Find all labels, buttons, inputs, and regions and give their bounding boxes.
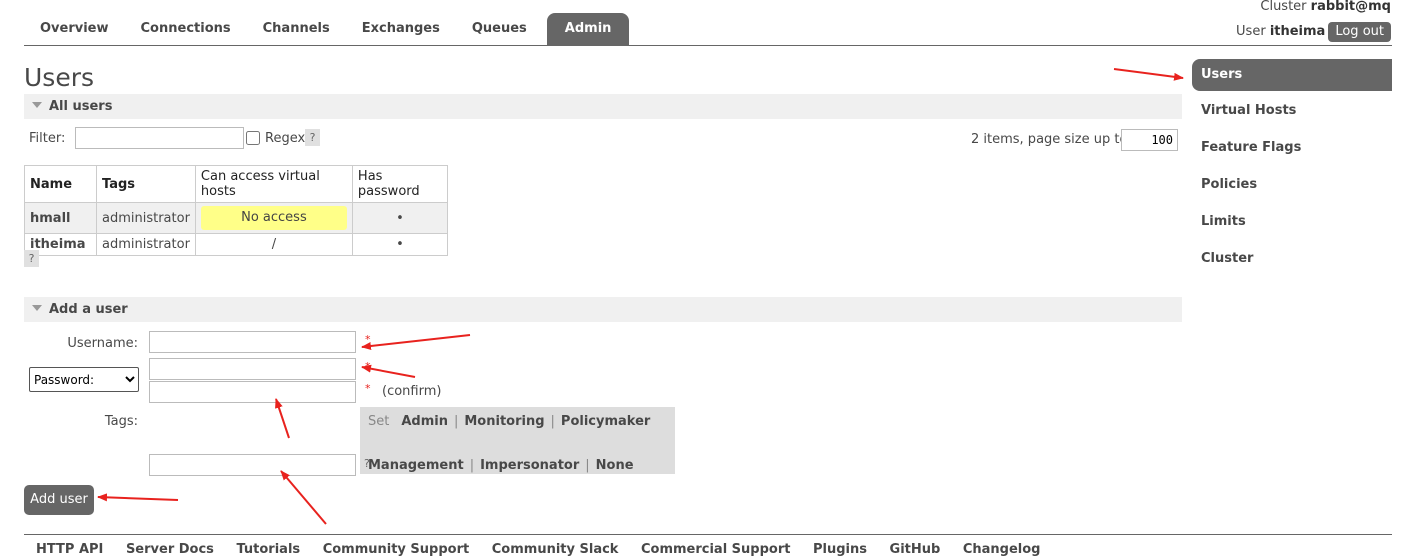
regex-label: Regex <box>265 131 306 146</box>
password-type-select[interactable]: Password: No password <box>29 367 139 392</box>
footer-link-plugins[interactable]: Plugins <box>813 542 867 557</box>
sidebar-item-feature-flags[interactable]: Feature Flags <box>1192 133 1392 170</box>
footer-links: HTTP API Server Docs Tutorials Community… <box>36 542 1058 557</box>
tab-admin[interactable]: Admin <box>546 13 630 45</box>
username-input[interactable] <box>149 331 356 353</box>
column-header-has-password: Has password <box>351 165 448 203</box>
users-table: Name Tags Can access virtual hosts Has p… <box>24 165 448 256</box>
tab-divider <box>24 45 1392 46</box>
cluster-label: Cluster <box>1260 0 1307 14</box>
add-user-section-header[interactable]: Add a user <box>24 297 1182 322</box>
sidebar-item-users[interactable]: Users <box>1192 59 1392 91</box>
tag-admin-link[interactable]: Admin <box>401 414 448 429</box>
table-header-row: Name Tags Can access virtual hosts Has p… <box>24 165 448 203</box>
table-help-icon[interactable]: ? <box>24 250 39 267</box>
tab-connections[interactable]: Connections <box>125 13 247 45</box>
sidebar-item-cluster[interactable]: Cluster <box>1192 244 1392 281</box>
user-vhosts: / <box>194 233 353 256</box>
arrow-to-add-user <box>97 493 179 502</box>
user-tags: administrator <box>96 233 196 256</box>
footer-link-changelog[interactable]: Changelog <box>963 542 1041 557</box>
no-access-badge: No access <box>200 206 347 230</box>
required-mark: * <box>365 360 371 373</box>
filter-help-icon[interactable]: ? <box>305 129 320 146</box>
add-user-button[interactable]: Add user <box>24 485 94 515</box>
sidebar-item-limits[interactable]: Limits <box>1192 207 1392 244</box>
admin-sidebar: Users Virtual Hosts Feature Flags Polici… <box>1192 59 1392 281</box>
cluster-name: rabbit@mq <box>1310 0 1391 14</box>
login-info: Cluster rabbit@mq User itheima Log out <box>1236 0 1391 44</box>
footer-link-tutorials[interactable]: Tutorials <box>236 542 300 557</box>
has-password-dot: • <box>351 202 448 234</box>
page-size-input[interactable] <box>1121 129 1178 151</box>
page-title: Users <box>24 63 95 92</box>
regex-checkbox[interactable] <box>246 131 260 145</box>
password-input[interactable] <box>149 358 356 380</box>
confirm-label: (confirm) <box>382 384 442 399</box>
logout-button[interactable]: Log out <box>1328 22 1391 42</box>
tag-monitoring-link[interactable]: Monitoring <box>464 414 544 429</box>
tab-queues[interactable]: Queues <box>456 13 543 45</box>
tags-input[interactable] <box>149 454 356 476</box>
tag-none-link[interactable]: None <box>596 458 634 473</box>
tag-impersonator-link[interactable]: Impersonator <box>480 458 579 473</box>
arrow-to-tags <box>280 470 327 525</box>
collapse-triangle-icon <box>32 102 42 108</box>
tab-overview[interactable]: Overview <box>24 13 125 45</box>
table-row[interactable]: itheima administrator / • <box>24 233 448 256</box>
sidebar-item-policies[interactable]: Policies <box>1192 170 1392 207</box>
user-name: itheima <box>1269 24 1326 39</box>
required-mark: * <box>365 333 371 346</box>
tags-label: Tags: <box>104 414 138 429</box>
column-header-vhosts: Can access virtual hosts <box>194 165 353 203</box>
tag-policymaker-link[interactable]: Policymaker <box>561 414 650 429</box>
collapse-triangle-icon <box>32 305 42 311</box>
has-password-dot: • <box>351 233 448 256</box>
add-user-heading: Add a user <box>49 302 128 317</box>
all-users-heading: All users <box>49 99 113 114</box>
arrow-to-username <box>361 334 471 350</box>
sidebar-item-virtual-hosts[interactable]: Virtual Hosts <box>1192 96 1392 133</box>
required-mark: * <box>365 382 371 395</box>
username-label: Username: <box>67 336 138 351</box>
filter-input[interactable] <box>75 127 244 149</box>
tag-management-link[interactable]: Management <box>368 458 464 473</box>
footer-divider <box>24 534 1392 535</box>
main-tabs: Overview Connections Channels Exchanges … <box>24 13 630 45</box>
tab-channels[interactable]: Channels <box>247 13 346 45</box>
tag-shortcuts-box: Set Admin | Monitoring | Policymaker Manageme… <box>360 407 675 474</box>
all-users-section-header[interactable]: All users <box>24 94 1182 119</box>
arrow-to-users <box>1113 68 1184 81</box>
pagination-text: 2 items, page size up to <box>971 132 1128 147</box>
footer-link-commercial-support[interactable]: Commercial Support <box>641 542 791 557</box>
filter-label: Filter: <box>29 131 66 146</box>
column-header-tags[interactable]: Tags <box>96 165 196 203</box>
tab-exchanges[interactable]: Exchanges <box>346 13 456 45</box>
footer-link-community-slack[interactable]: Community Slack <box>492 542 619 557</box>
user-name-link[interactable]: hmall <box>24 202 97 234</box>
user-vhosts: No access <box>194 202 353 234</box>
column-header-name[interactable]: Name <box>24 165 97 203</box>
footer-link-github[interactable]: GitHub <box>890 542 941 557</box>
user-tags: administrator <box>96 202 196 234</box>
tags-help-icon[interactable]: ? <box>364 457 370 470</box>
footer-link-community-support[interactable]: Community Support <box>323 542 470 557</box>
password-confirm-input[interactable] <box>149 381 356 403</box>
arrow-to-confirm <box>275 398 290 439</box>
table-row[interactable]: hmall administrator No access • <box>24 202 448 234</box>
footer-link-server-docs[interactable]: Server Docs <box>126 542 214 557</box>
user-label: User <box>1236 24 1266 39</box>
set-label: Set <box>368 414 390 429</box>
footer-link-http-api[interactable]: HTTP API <box>36 542 103 557</box>
